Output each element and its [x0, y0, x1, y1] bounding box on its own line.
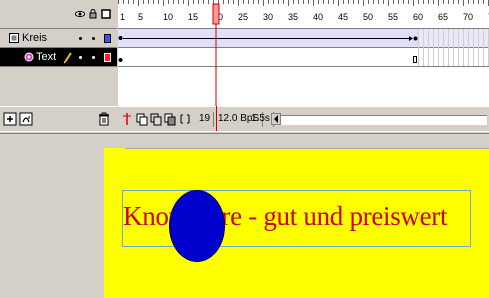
layer-list-empty-area — [0, 67, 117, 106]
stage-corner — [104, 148, 125, 160]
circle-shape[interactable] — [169, 190, 225, 262]
layer-icon — [9, 33, 19, 43]
layer-footer — [0, 106, 117, 131]
layer-name[interactable]: Kreis — [22, 32, 47, 44]
stage[interactable]: Knopfware - gut und preiswert — [104, 148, 489, 298]
layer-row-kreis[interactable]: Kreis — [0, 29, 117, 48]
outline-color-box[interactable] — [104, 34, 111, 43]
insert-guide-icon[interactable] — [19, 112, 33, 126]
scroll-left-button[interactable] — [271, 113, 281, 125]
onion-skin-icon[interactable] — [136, 112, 148, 126]
frame-grid[interactable] — [118, 0, 489, 106]
keyframe-dot — [413, 36, 418, 41]
timeline-panel: Kreis Text 1 5 10 15 25 30 35 40 45 50 5… — [0, 0, 489, 131]
current-frame-display: 19 — [196, 112, 215, 127]
visibility-dot[interactable] — [79, 37, 82, 40]
stage-area: Knopfware - gut und preiswert — [0, 134, 489, 298]
insert-layer-icon[interactable] — [3, 112, 17, 126]
keyframe-dot — [118, 36, 123, 40]
center-frame-icon[interactable] — [121, 112, 133, 126]
onion-skin-outlines-icon[interactable] — [150, 112, 162, 126]
arrow-left-icon — [274, 115, 278, 123]
outline-icon[interactable] — [101, 9, 111, 19]
trash-icon[interactable] — [97, 112, 111, 126]
text-frame-span — [118, 48, 418, 66]
frames-empty-area — [118, 67, 489, 106]
mask-layer-icon — [24, 52, 34, 62]
lock-icon[interactable] — [88, 9, 98, 19]
layer-name[interactable]: Text — [36, 51, 56, 63]
pencil-icon — [63, 52, 72, 64]
layer-row-text[interactable]: Text — [0, 48, 117, 67]
lock-dot[interactable] — [92, 56, 95, 59]
visibility-dot[interactable] — [79, 56, 82, 59]
outline-color-box[interactable] — [104, 53, 111, 62]
layer-header — [0, 0, 117, 29]
eye-icon[interactable] — [75, 9, 85, 19]
end-frame-marker — [413, 56, 417, 63]
timeline-status-bar: 19 12.0 BpS 1.5s — [118, 106, 489, 131]
edit-multiple-frames-icon[interactable] — [164, 112, 176, 126]
layer-panel: Kreis Text — [0, 0, 117, 131]
playhead-line-extension — [216, 106, 217, 131]
frames-area: 151015202530354045505560657075 — [118, 0, 489, 131]
modify-onion-markers-icon[interactable] — [179, 112, 191, 126]
lock-dot[interactable] — [92, 37, 95, 40]
stage-edge-line — [125, 148, 489, 149]
flash-authoring-window: Kreis Text 1 5 10 15 25 30 35 40 45 50 5… — [0, 0, 489, 298]
playhead-handle — [212, 3, 220, 25]
timeline-horizontal-scrollbar[interactable] — [281, 115, 487, 125]
keyframe-dot — [118, 58, 123, 62]
